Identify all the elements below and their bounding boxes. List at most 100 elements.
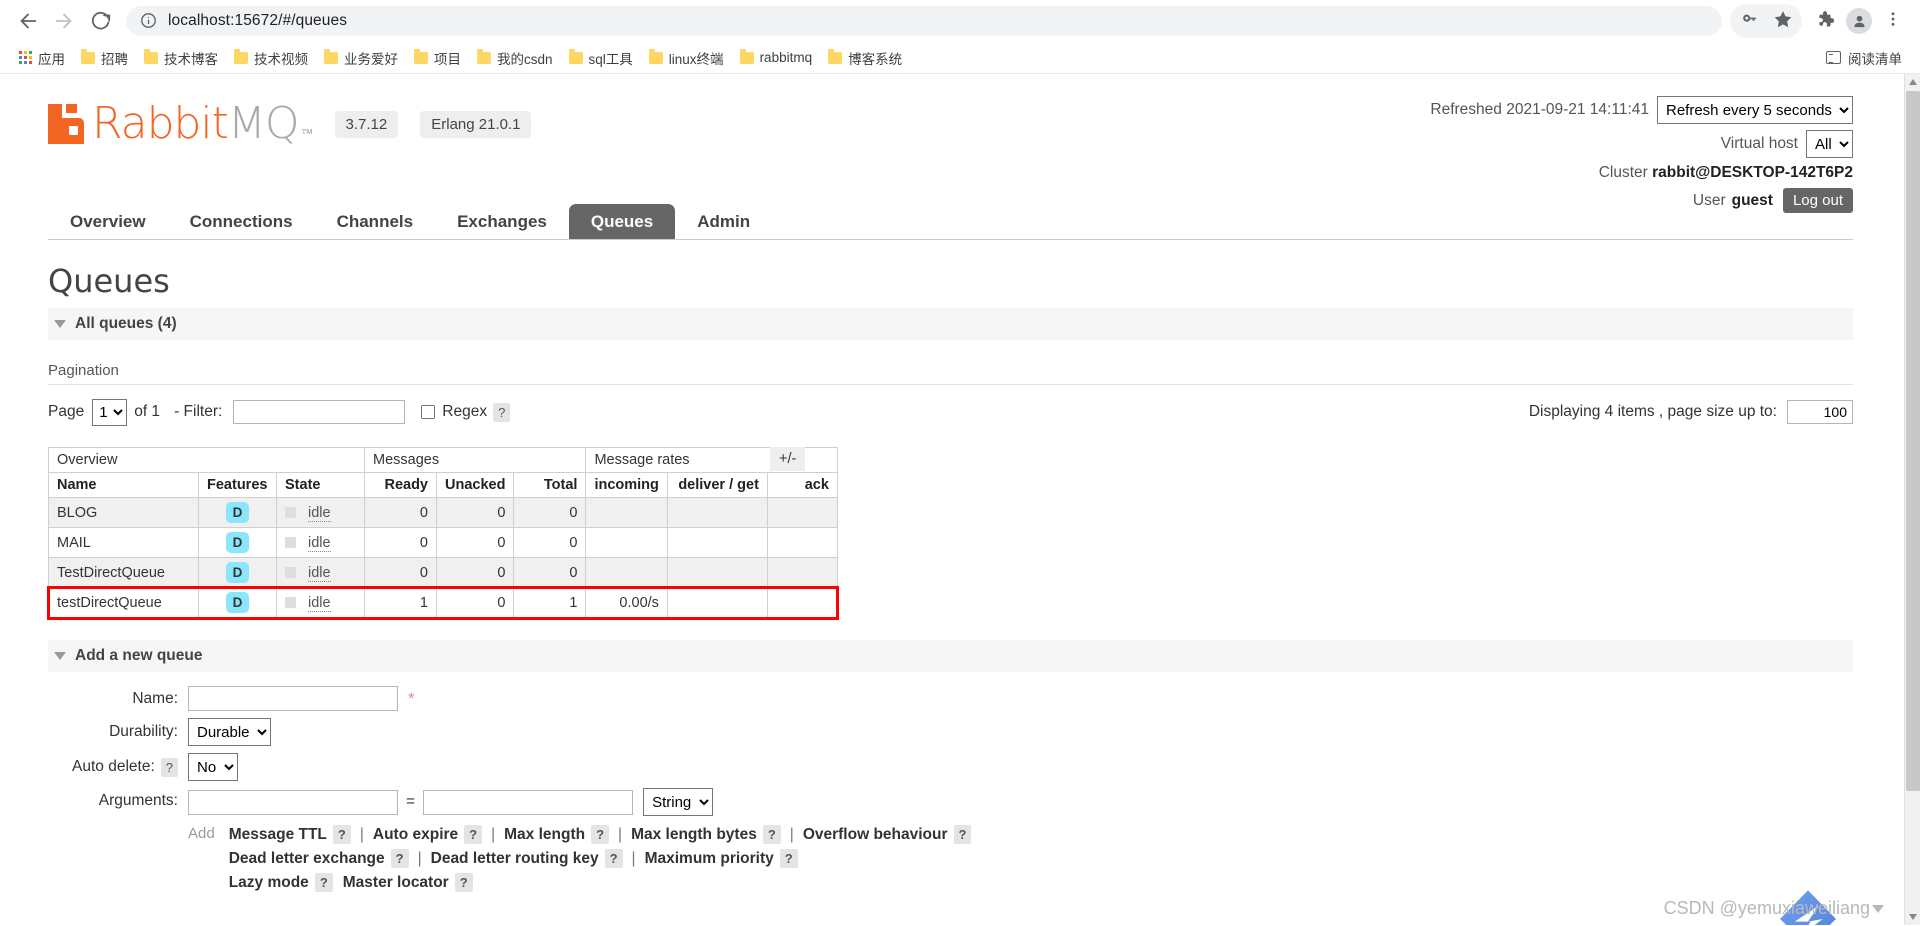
queue-name-cell[interactable]: MAIL	[48, 527, 199, 558]
auto-expire-help-icon[interactable]: ?	[464, 825, 483, 844]
scroll-down-button[interactable]	[1905, 909, 1920, 925]
column-state[interactable]: State	[276, 472, 365, 498]
column-deliver-get[interactable]: deliver / get	[666, 472, 768, 498]
preset-dead-letter-routing-key[interactable]: Dead letter routing key	[431, 850, 599, 868]
overflow-behaviour-help-icon[interactable]: ?	[953, 825, 972, 844]
max-length-bytes-help-icon[interactable]: ?	[762, 825, 781, 844]
auto-delete-select[interactable]: No	[188, 753, 238, 781]
tab-queues[interactable]: Queues	[568, 204, 676, 239]
bookmark-folder-6[interactable]: 我的csdn	[470, 45, 560, 71]
refresh-interval-select[interactable]: Refresh every 5 seconds	[1657, 96, 1853, 124]
bookmark-folder-3[interactable]: 技术视频	[227, 45, 315, 71]
scroll-up-button[interactable]	[1905, 74, 1920, 90]
bookmark-apps[interactable]: 应用	[12, 45, 72, 71]
all-queues-section-header[interactable]: All queues (4)	[48, 308, 1853, 340]
auto-delete-help-icon[interactable]: ?	[160, 757, 178, 777]
bookmark-folder-5[interactable]: 项目	[407, 45, 468, 71]
reload-button[interactable]	[82, 3, 118, 39]
preset-master-locator[interactable]: Master locator	[343, 874, 449, 892]
queue-name-input[interactable]	[188, 686, 398, 711]
bookmark-folder-4[interactable]: 业务爱好	[317, 45, 405, 71]
column-name[interactable]: Name	[48, 472, 199, 498]
regex-help-icon[interactable]: ?	[493, 402, 511, 422]
dead-letter-routing-key-help-icon[interactable]: ?	[604, 849, 623, 868]
password-manager-button[interactable]	[1732, 4, 1766, 38]
profile-button[interactable]	[1842, 4, 1876, 38]
tab-admin[interactable]: Admin	[675, 204, 772, 239]
tab-connections[interactable]: Connections	[168, 204, 315, 239]
reading-list-button[interactable]: 阅读清单	[1820, 45, 1908, 71]
rabbitmq-logo[interactable]: Rabbit MQ ™	[48, 102, 314, 146]
toggle-columns-button[interactable]: +/-	[770, 447, 806, 471]
forward-button[interactable]	[46, 3, 82, 39]
regex-checkbox[interactable]	[421, 405, 436, 419]
page-scrollbar[interactable]	[1904, 74, 1920, 925]
back-arrow-icon	[17, 10, 39, 32]
dead-letter-exchange-help-icon[interactable]: ?	[390, 849, 409, 868]
message-ttl-help-icon[interactable]: ?	[332, 825, 351, 844]
preset-message-ttl[interactable]: Message TTL	[229, 826, 327, 844]
group-header-overview: Overview	[48, 447, 365, 473]
column-incoming[interactable]: incoming	[585, 472, 668, 498]
vhost-select[interactable]: All	[1806, 130, 1853, 158]
table-row[interactable]: BLOG D idle 0 0 0	[48, 497, 838, 528]
preset-overflow-behaviour[interactable]: Overflow behaviour	[803, 826, 948, 844]
bookmark-folder-8[interactable]: linux终端	[642, 45, 731, 71]
folder-icon	[324, 49, 338, 64]
extensions-button[interactable]	[1808, 4, 1842, 38]
preset-lazy-mode[interactable]: Lazy mode	[229, 874, 309, 892]
back-button[interactable]	[10, 3, 46, 39]
bookmark-folder-7[interactable]: sql工具	[562, 45, 640, 71]
page-select[interactable]: 1	[92, 398, 128, 426]
queue-name-cell[interactable]: testDirectQueue	[48, 587, 199, 618]
info-circle-icon[interactable]	[140, 12, 158, 30]
maximum-priority-help-icon[interactable]: ?	[779, 849, 798, 868]
bookmark-folder-10[interactable]: 博客系统	[821, 45, 909, 71]
auto-delete-label: Auto delete:	[72, 758, 155, 775]
column-ready[interactable]: Ready	[364, 472, 437, 498]
column-total[interactable]: Total	[513, 472, 587, 498]
filter-input[interactable]	[233, 400, 406, 424]
max-length-help-icon[interactable]: ?	[591, 825, 610, 844]
add-queue-section-header[interactable]: Add a new queue	[48, 640, 1853, 672]
bookmark-star-button[interactable]	[1766, 4, 1800, 38]
add-argument-button[interactable]: Add	[188, 825, 215, 842]
table-row-highlighted[interactable]: testDirectQueue D idle 1 0 1 0.00/s	[46, 585, 840, 620]
argument-presets: Message TTL ? | Auto expire ? | Max leng…	[229, 825, 972, 897]
queue-deliver-get-cell	[666, 587, 768, 618]
durability-select[interactable]: Durable	[188, 718, 271, 746]
cluster-row: Cluster rabbit@DESKTOP-142T6P2	[1430, 164, 1853, 182]
bookmark-folder-1[interactable]: 招聘	[74, 45, 135, 71]
app-header: Rabbit MQ ™ 3.7.12 Erlang 21.0.1 Refreshed…	[48, 88, 1853, 213]
browser-menu-button[interactable]	[1876, 4, 1910, 38]
preset-dead-letter-exchange[interactable]: Dead letter exchange	[229, 850, 385, 868]
tab-exchanges[interactable]: Exchanges	[435, 204, 569, 239]
lazy-mode-help-icon[interactable]: ?	[314, 873, 333, 892]
column-ack[interactable]: ack	[766, 472, 838, 498]
preset-max-length-bytes[interactable]: Max length bytes	[631, 826, 757, 844]
preset-max-length[interactable]: Max length	[504, 826, 585, 844]
page-size-input[interactable]	[1787, 400, 1853, 424]
table-row[interactable]: TestDirectQueue D idle 0 0 0	[48, 557, 838, 588]
bookmark-folder-2[interactable]: 技术博客	[137, 45, 225, 71]
column-features[interactable]: Features	[198, 472, 277, 498]
preset-auto-expire[interactable]: Auto expire	[373, 826, 458, 844]
logout-button[interactable]: Log out	[1782, 188, 1853, 213]
preset-maximum-priority[interactable]: Maximum priority	[645, 850, 774, 868]
argument-type-select[interactable]: String	[643, 788, 714, 816]
address-bar[interactable]: localhost:15672/#/queues	[126, 6, 1722, 36]
master-locator-help-icon[interactable]: ?	[454, 873, 473, 892]
bookmark-folder-9[interactable]: rabbitmq	[733, 45, 820, 71]
argument-value-input[interactable]	[423, 789, 634, 815]
queue-name-cell[interactable]: TestDirectQueue	[48, 557, 199, 588]
argument-key-input[interactable]	[188, 789, 398, 815]
queue-features-cell: D	[198, 497, 277, 528]
scrollbar-thumb[interactable]	[1906, 91, 1920, 791]
table-row[interactable]: MAIL D idle 0 0 0	[48, 527, 838, 558]
queue-unacked-cell: 0	[435, 527, 515, 558]
queues-table: Overview Messages Message rates Name Fea…	[46, 447, 840, 620]
column-unacked[interactable]: Unacked	[435, 472, 515, 498]
tab-overview[interactable]: Overview	[48, 204, 168, 239]
queue-name-cell[interactable]: BLOG	[48, 497, 199, 528]
tab-channels[interactable]: Channels	[315, 204, 436, 239]
